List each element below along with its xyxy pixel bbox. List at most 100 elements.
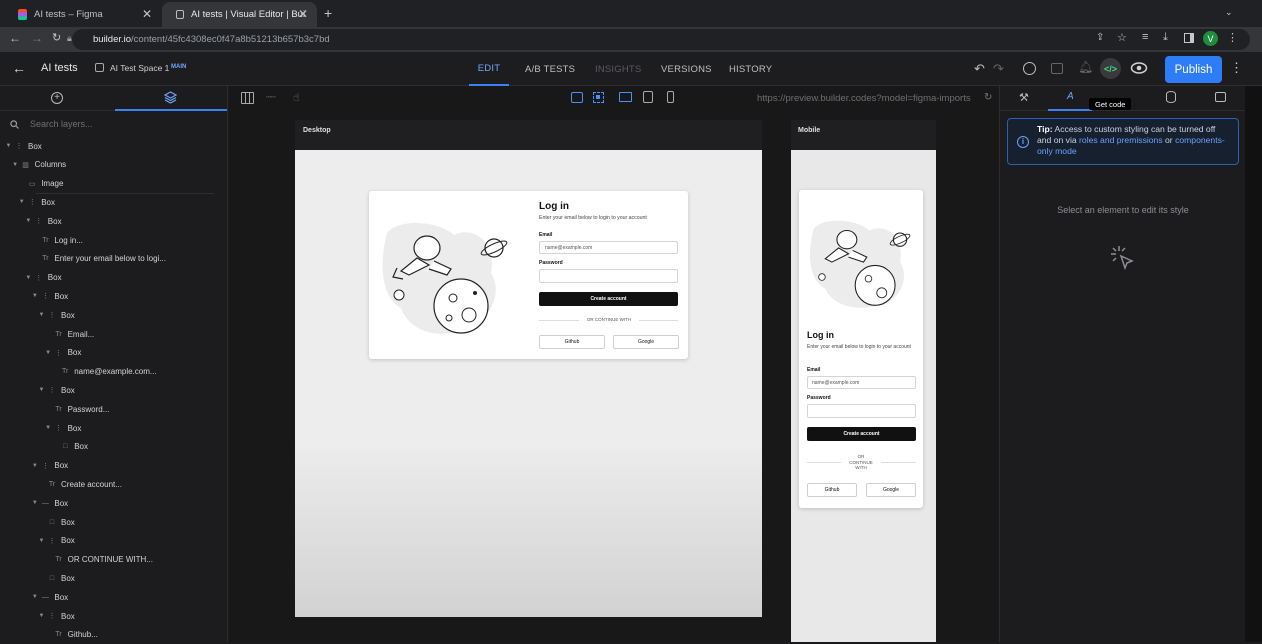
roles-permissions-link[interactable]: roles and premissions xyxy=(1079,135,1163,145)
expand-caret-icon[interactable]: ▼ xyxy=(44,425,53,431)
page-scrollbar[interactable] xyxy=(1245,86,1262,642)
layers-icon[interactable] xyxy=(164,91,177,104)
tab-versions[interactable]: VERSIONS xyxy=(661,52,712,86)
expand-caret-icon[interactable]: ▼ xyxy=(24,218,33,224)
layer-item[interactable]: ▼ ⋮ Box xyxy=(17,193,55,211)
layer-search[interactable]: Search layers... xyxy=(0,114,228,134)
layer-item[interactable]: ▼ ⋮ Box xyxy=(37,306,75,324)
layer-item[interactable]: ▼ ⋮ Box xyxy=(44,344,81,362)
browser-menu-icon[interactable]: ⋮ xyxy=(1227,31,1238,44)
tab-search-chevron-icon[interactable]: ⌄ xyxy=(1225,7,1233,18)
layer-item[interactable]: Tr Create account... xyxy=(37,475,122,493)
layer-item[interactable]: ▼ ⋮ Box xyxy=(37,607,75,625)
layer-item[interactable]: □ Box xyxy=(50,438,88,456)
notification-bell-icon[interactable]: 🔔︎ xyxy=(1078,60,1093,74)
layer-item[interactable]: ▼ ⋮ Box xyxy=(30,287,68,305)
layer-item[interactable]: Tr Enter your email below to logi... xyxy=(30,250,166,268)
github-button[interactable]: Github xyxy=(539,335,605,349)
layer-item[interactable]: ▼ ⋮ Box xyxy=(4,137,42,155)
redo-icon[interactable]: ↷ xyxy=(993,61,1004,77)
password-field[interactable] xyxy=(539,269,678,283)
new-tab-icon[interactable]: + xyxy=(324,5,332,21)
get-code-button[interactable]: </> xyxy=(1100,58,1121,79)
mobile-login-card[interactable]: Log in Enter your email below to login t… xyxy=(799,190,923,508)
expand-caret-icon[interactable]: ▼ xyxy=(4,143,13,149)
mobile-device-icon[interactable] xyxy=(667,91,674,103)
magic-wand-icon[interactable]: ⚒︎ xyxy=(1019,91,1029,104)
expand-caret-icon[interactable]: ▼ xyxy=(30,463,39,469)
expand-caret-icon[interactable]: ▼ xyxy=(30,500,39,506)
layer-item[interactable]: □ Box xyxy=(37,513,75,531)
browser-tab-builder[interactable]: AI tests | Visual Editor | Builde ✕ xyxy=(162,2,317,27)
tab-ab-tests[interactable]: A/B TESTS xyxy=(525,52,575,86)
content-title[interactable]: AI tests xyxy=(41,62,78,74)
tab-history[interactable]: HISTORY xyxy=(729,52,772,86)
expand-caret-icon[interactable]: ▼ xyxy=(17,199,26,205)
layer-item[interactable]: Tr Password... xyxy=(44,400,109,418)
tab-edit[interactable]: EDIT xyxy=(469,52,509,86)
mobile-preview[interactable]: Log in Enter your email below to login t… xyxy=(791,150,936,642)
layer-item[interactable]: Tr Email... xyxy=(44,325,94,343)
more-menu-icon[interactable]: ⋮ xyxy=(1230,60,1243,76)
layer-item[interactable]: ▼ ⋮ Box xyxy=(37,381,75,399)
style-icon[interactable]: A xyxy=(1067,91,1074,102)
tablet-device-icon[interactable] xyxy=(643,91,653,103)
back-icon[interactable]: ← xyxy=(9,31,21,45)
forward-icon[interactable]: → xyxy=(31,31,43,45)
download-icon[interactable]: ⤓ xyxy=(1163,31,1168,44)
mobile-email-field[interactable]: name@example.com xyxy=(807,376,916,389)
close-tab-icon[interactable]: ✕ xyxy=(298,7,308,21)
create-account-button[interactable]: Create account xyxy=(539,292,678,306)
layer-item[interactable]: Tr OR CONTINUE WITH... xyxy=(44,551,153,569)
mobile-password-field[interactable] xyxy=(807,404,916,418)
schedule-icon[interactable] xyxy=(1051,63,1063,74)
expand-caret-icon[interactable]: ▼ xyxy=(30,594,39,600)
layer-item[interactable]: ▼ ⋮ Box xyxy=(24,269,61,287)
desktop-device-icon[interactable] xyxy=(619,92,632,102)
responsive-view-icon[interactable] xyxy=(571,92,583,103)
spacing-icon[interactable]: ┄┄ xyxy=(266,92,276,103)
space-name[interactable]: AI Test Space 1 xyxy=(110,63,169,73)
expand-caret-icon[interactable]: ▼ xyxy=(24,275,33,281)
side-panel-icon[interactable] xyxy=(1184,33,1194,43)
expand-caret-icon[interactable]: ▼ xyxy=(37,538,46,544)
layer-item[interactable]: Tr name@example.com... xyxy=(50,363,157,381)
publish-button[interactable]: Publish xyxy=(1165,56,1222,83)
close-tab-icon[interactable]: ✕ xyxy=(142,7,152,21)
bookmark-star-icon[interactable]: ☆ xyxy=(1117,31,1127,44)
layer-item[interactable]: ▼ ▥ Columns xyxy=(11,156,66,174)
layer-item[interactable]: ▼ — Box xyxy=(30,588,68,606)
insert-add-icon[interactable]: + xyxy=(51,92,63,104)
mobile-google-button[interactable]: Google xyxy=(866,483,916,497)
mobile-create-account-button[interactable]: Create account xyxy=(807,427,916,441)
refresh-icon[interactable]: ↻ xyxy=(984,92,992,103)
columns-view-icon[interactable] xyxy=(241,92,254,104)
fit-selection-icon[interactable] xyxy=(593,92,604,103)
layer-item[interactable]: Tr Github... xyxy=(44,626,97,644)
expand-caret-icon[interactable]: ▼ xyxy=(37,312,46,318)
layer-item[interactable]: ▭ Image xyxy=(17,175,64,193)
comments-icon[interactable] xyxy=(1215,92,1226,102)
expand-caret-icon[interactable]: ▼ xyxy=(11,162,20,168)
layer-item[interactable]: □ Box xyxy=(37,569,75,587)
expand-caret-icon[interactable]: ▼ xyxy=(37,387,46,393)
visual-canvas[interactable]: ┄┄ ☝︎ https://preview.builder.codes?mode… xyxy=(229,86,998,642)
expand-caret-icon[interactable]: ▼ xyxy=(30,293,39,299)
layer-item[interactable]: ▼ ⋮ Box xyxy=(37,532,75,550)
layer-item[interactable]: ▼ ⋮ Box xyxy=(30,457,68,475)
reload-icon[interactable]: ↻ xyxy=(52,31,61,44)
preview-eye-icon[interactable] xyxy=(1130,60,1148,76)
browser-tab-figma[interactable]: AI tests – Figma ✕ xyxy=(4,2,161,27)
layer-item[interactable]: ▼ — Box xyxy=(30,494,68,512)
layer-item[interactable]: Tr Log in... xyxy=(30,231,83,249)
address-bar[interactable]: 🔒︎ builder.io/content/45fc4308ec0f47a8b5… xyxy=(67,29,1250,50)
google-button[interactable]: Google xyxy=(613,335,679,349)
desktop-preview[interactable]: Log in Enter your email below to login t… xyxy=(295,150,762,617)
email-field[interactable]: name@example.com xyxy=(539,241,678,254)
preview-url[interactable]: https://preview.builder.codes?model=figm… xyxy=(757,93,971,104)
back-arrow-icon[interactable]: ← xyxy=(12,60,26,76)
expand-caret-icon[interactable]: ▼ xyxy=(44,350,53,356)
mobile-github-button[interactable]: Github xyxy=(807,483,857,497)
reading-list-icon[interactable]: ≡ xyxy=(1142,31,1148,43)
login-card[interactable]: Log in Enter your email below to login t… xyxy=(369,191,688,359)
